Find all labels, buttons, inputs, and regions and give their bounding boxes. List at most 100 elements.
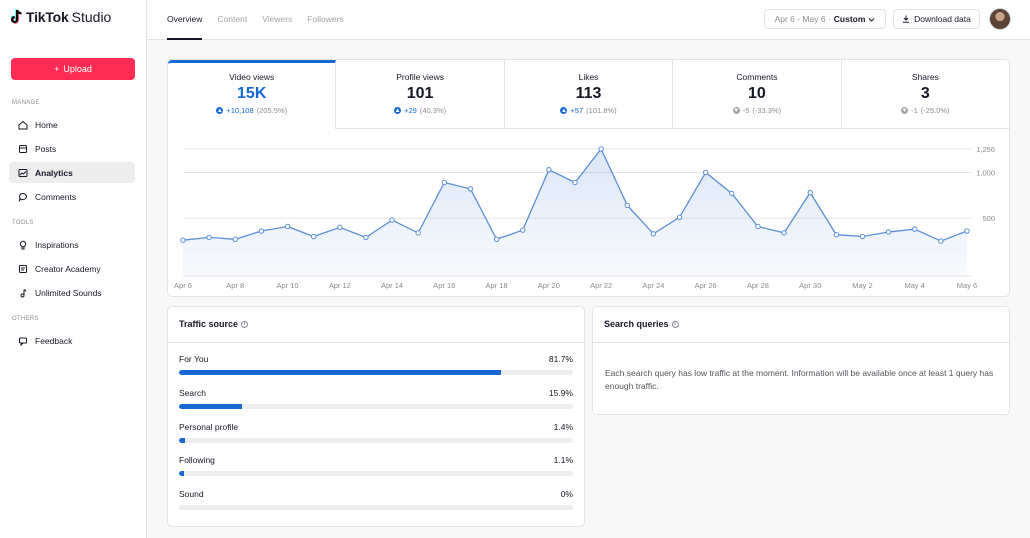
traffic-source-value: 1.1%	[553, 455, 573, 466]
info-icon[interactable]: i	[671, 320, 679, 328]
lightbulb-icon	[19, 240, 27, 249]
tab-overview[interactable]: Overview	[167, 0, 203, 40]
overview-metrics-card: Video views 15K ▲ +10,108 (205.5%) Profile vi…	[167, 59, 1010, 297]
metric-change-value: -1	[911, 106, 918, 115]
traffic-source-bar	[179, 505, 573, 511]
metric-change: ▼ -1 (-25.0%)	[842, 106, 1009, 115]
chart-data-point	[702, 169, 709, 176]
traffic-source-bar-fill	[179, 370, 501, 375]
download-data-button[interactable]: Download data	[893, 9, 980, 29]
chart-y-tick-label: 500	[982, 214, 995, 223]
search-queries-title: Search queries i	[604, 319, 679, 329]
date-range-selector[interactable]: Apr 6 - May 6 · Custom	[764, 9, 886, 29]
download-icon	[903, 15, 910, 23]
traffic-source-label: Sound	[179, 489, 204, 500]
sidebar-item-label: Feedback	[35, 335, 73, 346]
search-queries-message: Each search query has low traffic at the…	[605, 368, 994, 391]
metric-change-percent: (-25.0%)	[920, 106, 950, 115]
info-icon[interactable]: i	[241, 320, 249, 328]
metric-label: Shares	[911, 72, 939, 82]
metric-label: Likes	[578, 72, 599, 82]
traffic-source-bar-fill	[179, 403, 242, 409]
chart-data-point	[493, 236, 500, 242]
chart-data-point	[206, 234, 212, 241]
chart-data-point	[676, 214, 683, 221]
chevron-down-icon	[869, 17, 875, 22]
logo-suffix: Studio	[71, 9, 112, 25]
chart-data-point	[755, 223, 761, 230]
sidebar-item-analytics[interactable]: Analytics	[9, 162, 135, 183]
chart-y-tick-label: 1,256	[976, 145, 995, 154]
section-label-manage: MANAGE	[12, 100, 40, 106]
tab-followers[interactable]: Followers	[307, 0, 343, 40]
sidebar-item-label: Posts	[35, 143, 57, 154]
sidebar-item-feedback[interactable]: Feedback	[9, 330, 135, 351]
traffic-source-value: 81.7%	[548, 354, 573, 364]
section-label-others: OTHERS	[12, 316, 39, 322]
chart-data-point	[859, 233, 866, 240]
chart-x-tick-label: May 4	[905, 281, 925, 290]
chart-data-point	[912, 226, 918, 232]
sidebar-item-home[interactable]: Home	[9, 114, 135, 135]
traffic-source-row: For You 81.7%	[179, 354, 573, 375]
download-label: Download data	[914, 14, 971, 24]
arrow-up-icon: ▲	[216, 107, 224, 114]
sidebar-item-label: Home	[35, 119, 58, 130]
tab-content[interactable]: Content	[217, 0, 247, 40]
sidebar-item-label: Comments	[35, 191, 77, 202]
metric-value: 3	[920, 85, 930, 102]
sidebar-item-creator-academy[interactable]: Creator Academy	[9, 258, 135, 279]
metric-change: ▼ -5 (-33.3%)	[673, 106, 840, 115]
upload-button[interactable]: + Upload	[11, 58, 135, 80]
traffic-source-bar	[179, 437, 573, 443]
metric-tab[interactable]: Video views 15K ▲ +10,108 (205.5%)	[168, 60, 337, 129]
sidebar-item-comments[interactable]: Comments	[9, 186, 135, 207]
tiktok-studio-logo[interactable]: TikTok Studio	[10, 9, 112, 25]
sidebar-item-unlimited-sounds[interactable]: Unlimited Sounds	[9, 282, 135, 303]
metric-tab[interactable]: Likes 113 ▲ +57 (101.8%)	[504, 60, 674, 129]
chart-data-point	[572, 179, 578, 186]
chart-data-point	[781, 230, 787, 236]
metric-tabs: Video views 15K ▲ +10,108 (205.5%) Profile vi…	[168, 60, 1010, 129]
sidebar-item-inspirations[interactable]: Inspirations	[9, 234, 135, 255]
chart-data-point	[964, 228, 970, 234]
arrow-up-icon: ▲	[394, 107, 402, 114]
sidebar-item-label: Analytics	[35, 167, 73, 178]
traffic-source-value: 1.4%	[553, 421, 573, 432]
sidebar-item-posts[interactable]: Posts	[9, 138, 135, 159]
date-mode-text: Custom	[833, 14, 866, 24]
section-label-tools: TOOLS	[12, 220, 34, 226]
chart-data-point	[415, 230, 421, 236]
search-queries-title-text: Search queries	[604, 319, 669, 329]
traffic-source-card: Traffic source i For You 81.7% Search 15.9%…	[167, 306, 585, 527]
traffic-source-title: Traffic source i	[179, 319, 249, 329]
chart-data-point	[598, 146, 604, 152]
tab-viewers[interactable]: Viewers	[262, 0, 292, 40]
chart-data-point	[833, 232, 840, 238]
avatar[interactable]	[989, 8, 1011, 30]
comment-icon	[18, 192, 27, 202]
chart-x-tick-label: Apr 8	[226, 281, 244, 290]
metric-change-value: +29	[404, 106, 417, 115]
arrow-up-icon: ▲	[560, 107, 568, 114]
traffic-source-value: 0%	[560, 489, 573, 500]
metric-label: Comments	[736, 72, 778, 82]
chart-data-point	[232, 236, 238, 242]
date-range-text: Apr 6 - May 6 ·	[774, 14, 831, 24]
chart-x-tick-label: Apr 20	[538, 281, 560, 290]
top-bar: Overview Content Viewers Followers Apr 6…	[148, 0, 1030, 40]
logo-text: TikTok	[26, 9, 69, 25]
metric-change-percent: (-33.3%)	[752, 106, 782, 115]
upload-label: Upload	[63, 64, 92, 74]
metric-tab[interactable]: Shares 3 ▼ -1 (-25.0%)	[841, 60, 1010, 129]
home-icon	[18, 120, 28, 129]
metric-tab[interactable]: Comments 10 ▼ -5 (-33.3%)	[673, 60, 842, 129]
chart-data-point	[729, 190, 735, 197]
metric-label: Video views	[229, 72, 275, 82]
divider	[593, 342, 1009, 343]
analytics-icon	[18, 168, 28, 177]
metric-tab[interactable]: Profile views 101 ▲ +29 (40.3%)	[336, 60, 505, 129]
traffic-source-value: 15.9%	[548, 387, 573, 398]
traffic-source-bar	[179, 403, 573, 409]
chart-x-tick-label: Apr 28	[747, 281, 769, 290]
